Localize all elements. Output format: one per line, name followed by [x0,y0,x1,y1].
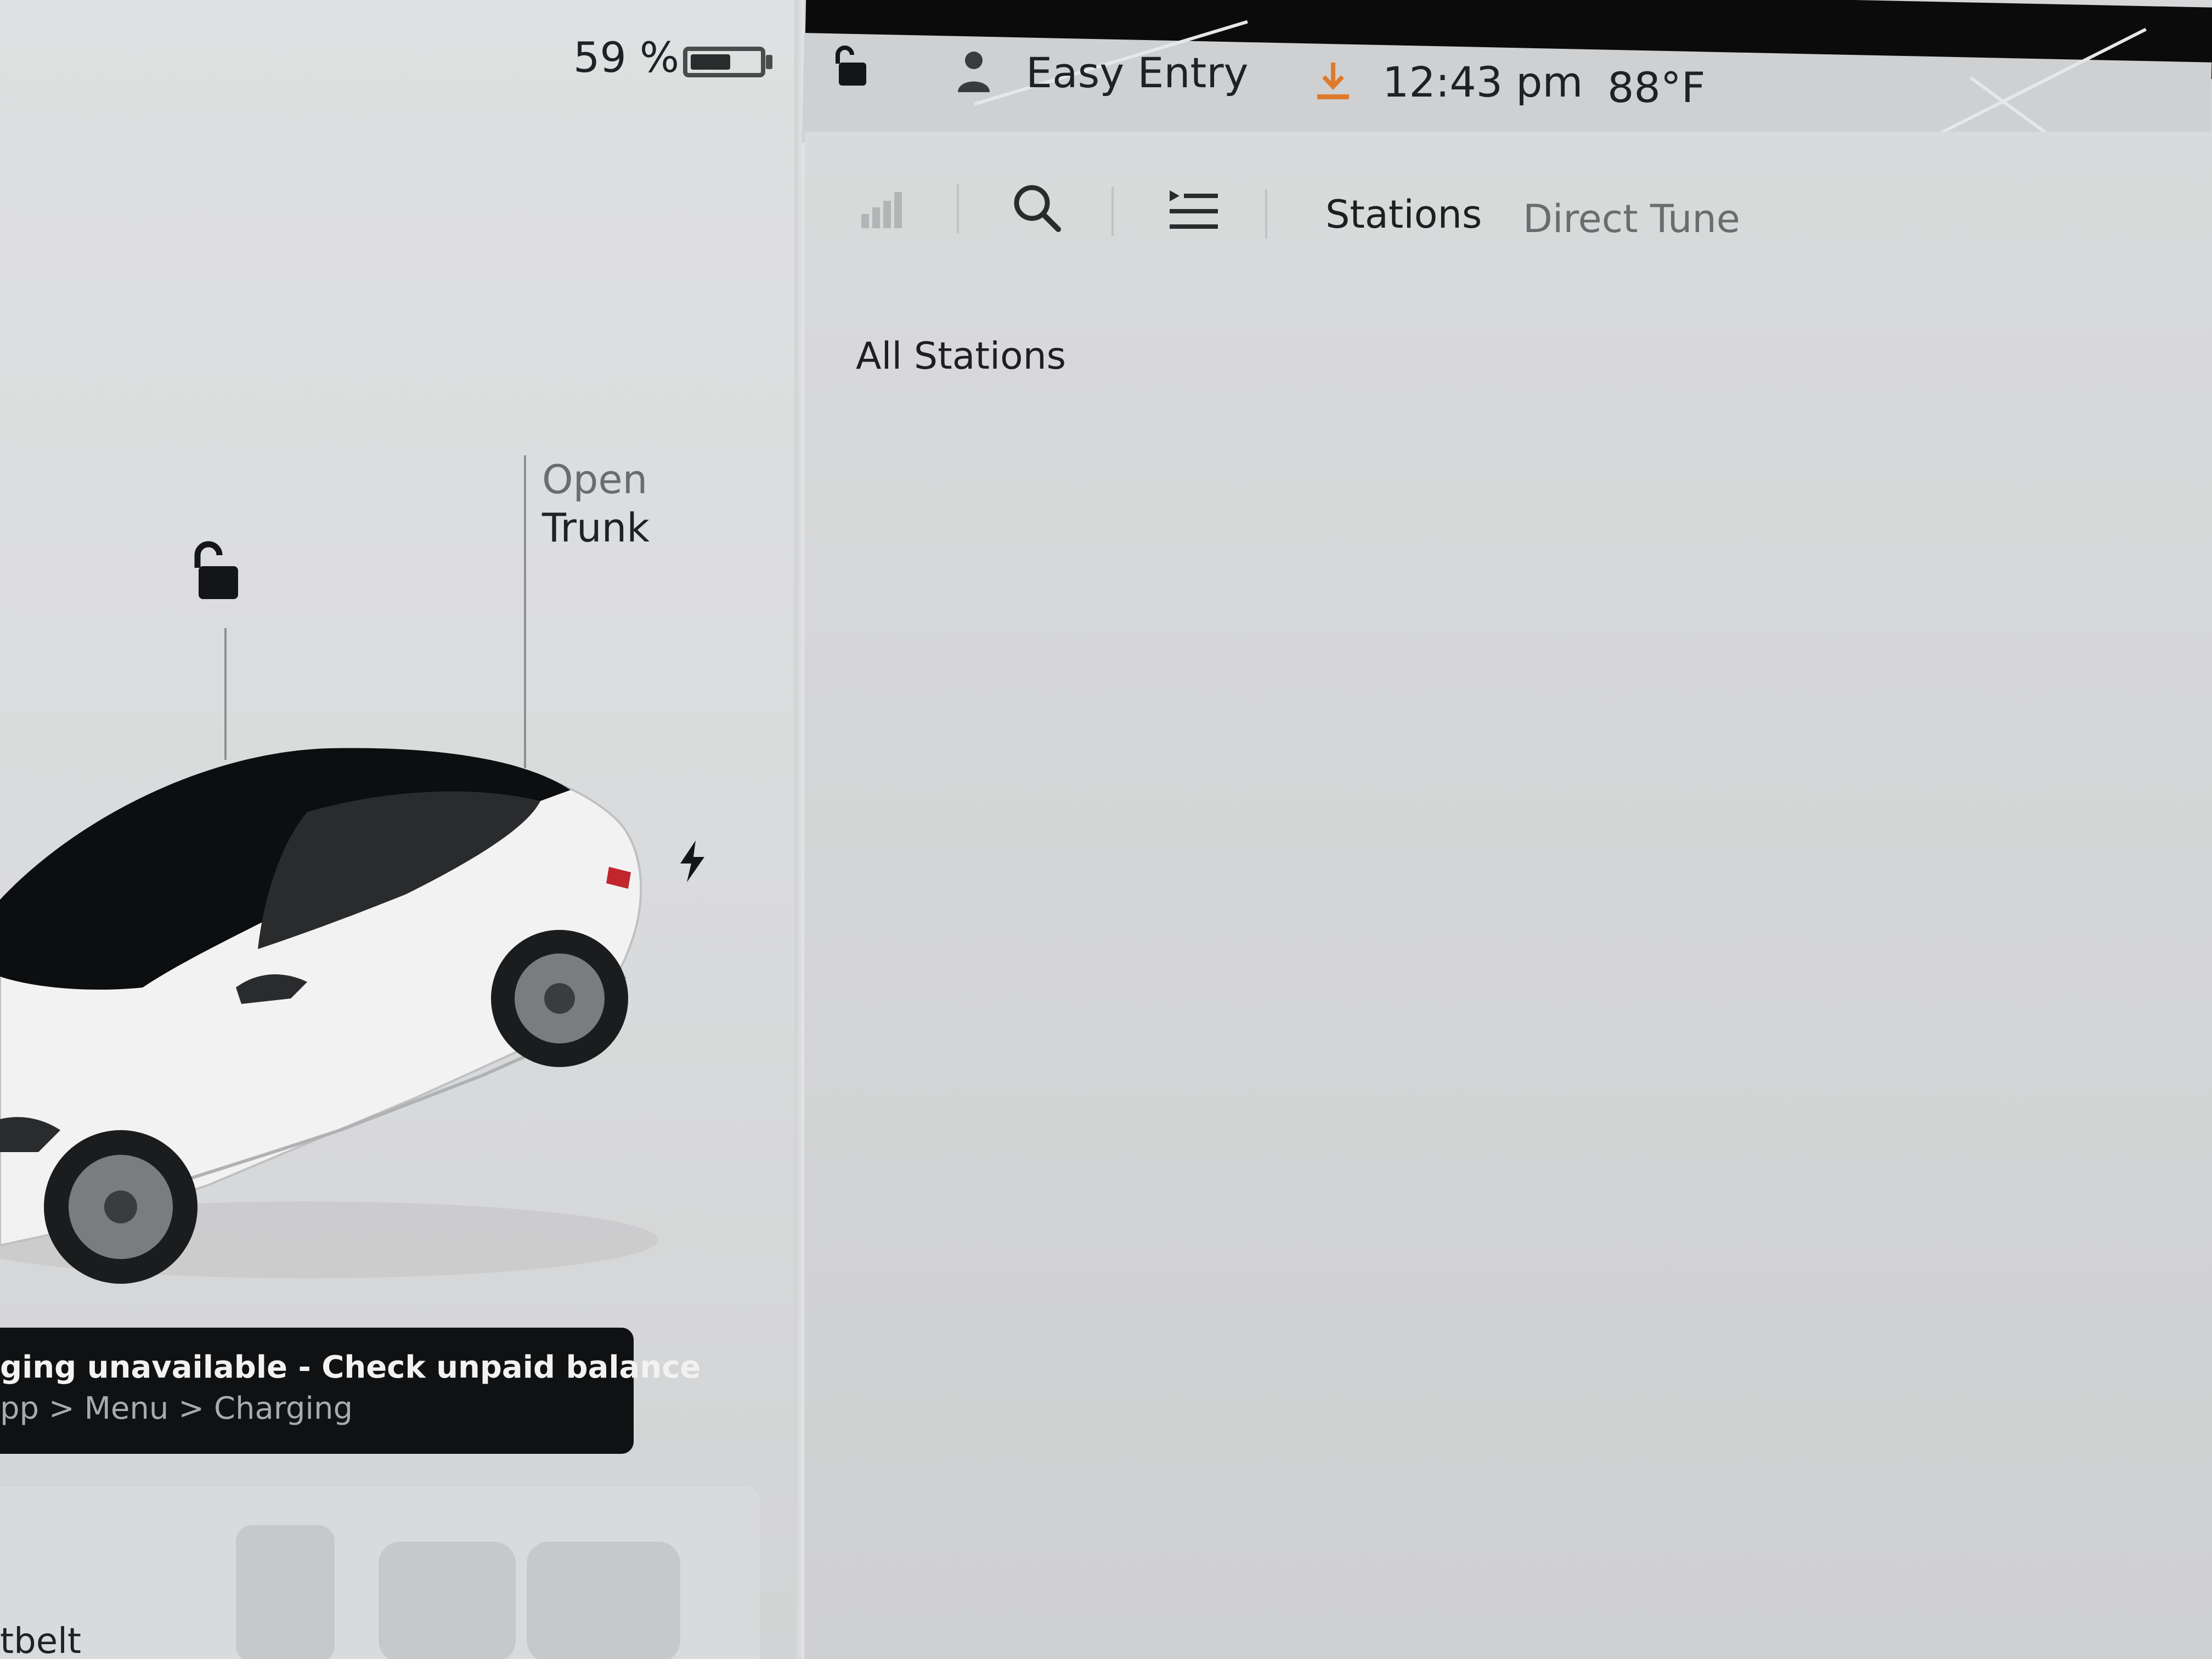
open-trunk-button[interactable]: Open Trunk [542,455,707,552]
seatbelt-label: tbelt [0,1621,81,1659]
driver-profile-name[interactable]: Easy Entry [1026,48,1249,97]
toolbar-separator [1265,189,1267,239]
search-icon[interactable] [1010,181,1065,236]
battery-percent: 59 % [573,33,680,82]
lock-status-icon[interactable] [831,44,870,88]
seatbelt-panel: tbelt [0,1487,760,1659]
section-title-all-stations: All Stations [856,335,1066,378]
toast-title: ging unavailable - Check unpaid balance [0,1350,701,1385]
clock-time: 12:43 pm [1383,58,1583,106]
queue-list-icon[interactable] [1166,184,1221,239]
seat-icon [236,1525,335,1659]
vehicle-touchscreen: Open Trunk ging unavailable - Check unpa… [0,0,2212,1659]
battery-tip [766,55,772,69]
signal-strength-icon [859,181,909,230]
trunk-pointer-line [524,455,526,768]
open-trunk-label-line2: Trunk [542,505,650,551]
tab-direct-tune[interactable]: Direct Tune [1523,196,1740,241]
software-update-icon[interactable] [1314,60,1352,104]
charging-alert-toast[interactable]: ging unavailable - Check unpaid balance … [0,1328,701,1454]
battery-level-fill [691,54,730,70]
seat-icon [527,1542,680,1659]
outside-temperature: 88°F [1607,63,1706,112]
panel-divider [794,0,804,1659]
media-player-panel: Stations Direct Tune All Stations [804,132,2212,1659]
seat-icon [379,1542,516,1659]
charge-port-bolt-icon[interactable] [676,839,709,883]
frunk-unlock-icon[interactable] [187,538,247,603]
tab-stations[interactable]: Stations [1325,192,1482,237]
driver-profile-icon[interactable] [955,49,993,93]
toolbar-separator [1111,187,1114,236]
toolbar-separator [957,184,959,233]
toast-subtitle: pp > Menu > Charging [0,1391,353,1426]
car-status-panel: Open Trunk ging unavailable - Check unpa… [0,0,801,1659]
car-image [0,735,724,1295]
battery-icon [683,47,765,77]
open-trunk-label-line1: Open [542,456,648,503]
